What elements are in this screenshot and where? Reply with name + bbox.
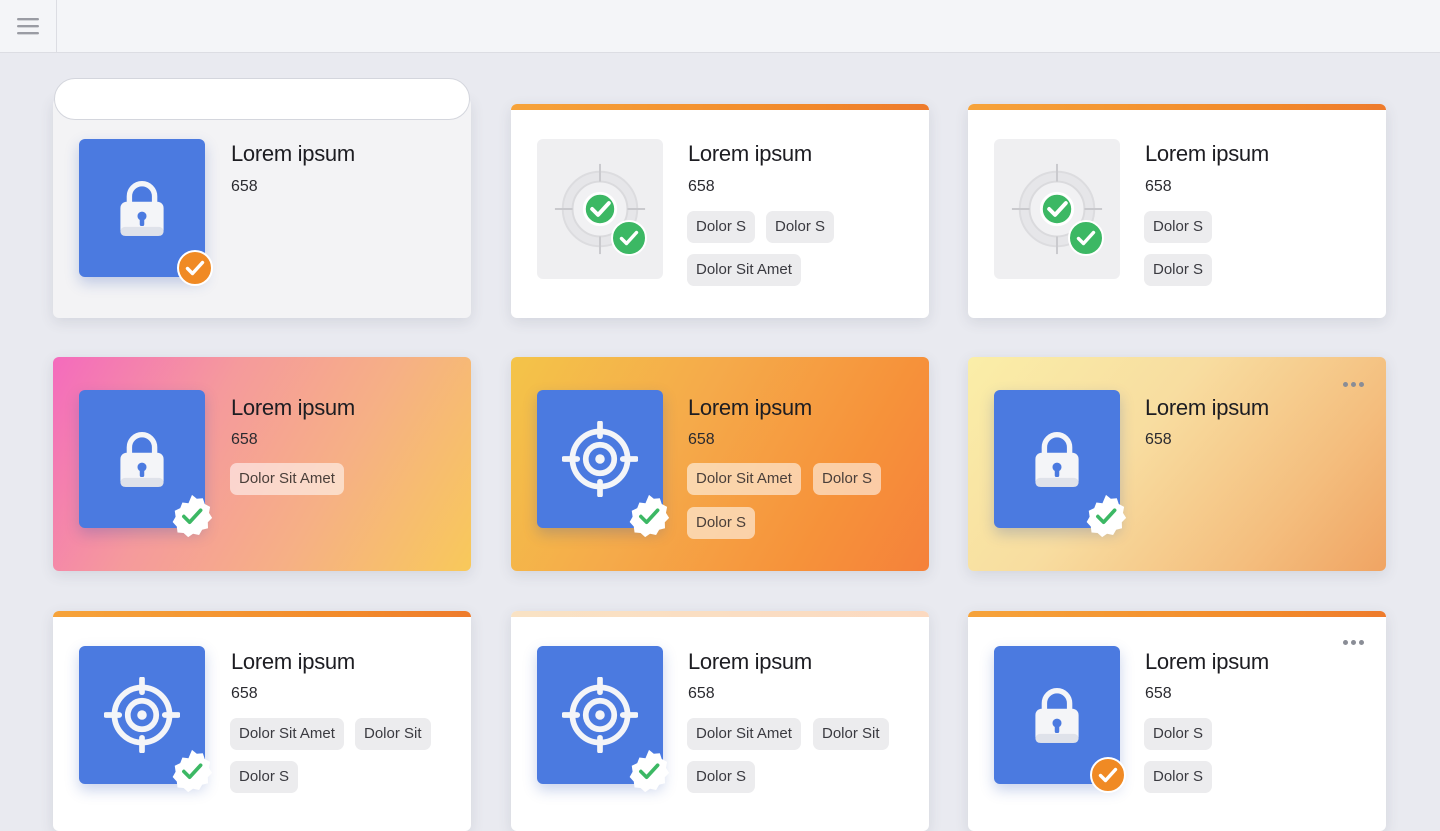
check-icon [611, 220, 647, 256]
check-icon [1090, 757, 1126, 793]
tag-chip[interactable]: Dolor Sit Amet [230, 718, 344, 750]
card-tile [994, 139, 1120, 279]
card-top-stripe [511, 611, 929, 617]
card-7[interactable]: Lorem ipsum 658 Dolor Sit Amet Dolor Sit… [53, 611, 471, 831]
card-title: Lorem ipsum [1145, 141, 1269, 166]
green-seal-badge [169, 493, 215, 539]
tag-chip[interactable]: Dolor Sit Amet [687, 718, 801, 750]
card-4[interactable]: Lorem ipsum 658 Dolor Sit Amet [53, 357, 471, 571]
verified-seal-icon [626, 748, 672, 794]
card-top-stripe [511, 104, 929, 110]
tag-chip[interactable]: Dolor S [1144, 718, 1213, 750]
green-check-badge [1068, 220, 1104, 256]
card-top-stripe [53, 611, 471, 617]
verified-seal-icon [169, 748, 215, 794]
verified-seal-icon [626, 493, 672, 539]
tag-chip[interactable]: Dolor S [687, 211, 756, 243]
card-1[interactable]: Lorem ipsum 658 [53, 98, 471, 318]
more-icon-dot [1358, 639, 1364, 645]
card-title: Lorem ipsum [688, 395, 812, 420]
orange-check-badge [177, 250, 213, 286]
orange-check-badge [1090, 757, 1126, 793]
card-title: Lorem ipsum [688, 141, 812, 166]
tag-chip[interactable]: Dolor S [766, 211, 835, 243]
lock-icon [115, 175, 169, 241]
card-title: Lorem ipsum [688, 649, 812, 674]
check-icon [1068, 220, 1104, 256]
hamburger-icon [17, 18, 39, 35]
more-icon-dot [1350, 639, 1356, 645]
card-3[interactable]: Lorem ipsum 658 Dolor S Dolor S [968, 104, 1386, 318]
card-count: 658 [231, 431, 258, 448]
verified-seal-icon [169, 493, 215, 539]
more-options-button[interactable] [1338, 634, 1368, 650]
tag-chip[interactable]: Dolor S [687, 507, 756, 539]
card-6[interactable]: Lorem ipsum 658 [968, 357, 1386, 571]
more-icon-dot [1358, 381, 1364, 387]
tag-chip[interactable]: Dolor S [1144, 254, 1213, 286]
more-icon-dot [1350, 381, 1356, 387]
card-8[interactable]: Lorem ipsum 658 Dolor Sit Amet Dolor Sit… [511, 611, 929, 831]
target-icon [562, 677, 638, 753]
card-count: 658 [1145, 178, 1172, 195]
hamburger-menu-button[interactable] [0, 0, 57, 52]
tag-chip[interactable]: Dolor Sit [813, 718, 889, 750]
lock-icon [115, 426, 169, 492]
green-seal-badge [169, 748, 215, 794]
green-seal-badge [626, 748, 672, 794]
card-title: Lorem ipsum [1145, 395, 1269, 420]
more-icon-dot [1342, 381, 1348, 387]
more-options-button[interactable] [1338, 376, 1368, 392]
tag-chip[interactable]: Dolor S [687, 761, 756, 793]
card-count: 658 [688, 685, 715, 702]
card-top-stripe [968, 611, 1386, 617]
target-icon [104, 677, 180, 753]
card-2[interactable]: Lorem ipsum 658 Dolor S Dolor S Dolor Si… [511, 104, 929, 318]
tag-chip[interactable]: Dolor Sit Amet [687, 463, 801, 495]
green-seal-badge [626, 493, 672, 539]
card-title: Lorem ipsum [1145, 649, 1269, 674]
tag-chip[interactable]: Dolor S [813, 463, 882, 495]
card-count: 658 [1145, 685, 1172, 702]
search-input[interactable] [54, 78, 470, 120]
tag-chip[interactable]: Dolor Sit [355, 718, 431, 750]
check-icon [177, 250, 213, 286]
tag-chip[interactable]: Dolor S [1144, 211, 1213, 243]
tag-chip[interactable]: Dolor Sit Amet [687, 254, 801, 286]
card-9[interactable]: Lorem ipsum 658 Dolor S Dolor S [968, 611, 1386, 831]
card-count: 658 [231, 178, 258, 195]
card-count: 658 [688, 178, 715, 195]
card-top-stripe [968, 104, 1386, 110]
card-tile [537, 139, 663, 279]
lock-icon [1030, 426, 1084, 492]
card-5[interactable]: Lorem ipsum 658 Dolor Sit Amet Dolor S D… [511, 357, 929, 571]
card-count: 658 [688, 431, 715, 448]
card-title: Lorem ipsum [231, 395, 355, 420]
lock-icon [1030, 682, 1084, 748]
verified-seal-icon [1083, 493, 1129, 539]
top-bar [0, 0, 1440, 53]
tag-chip[interactable]: Dolor Sit Amet [230, 463, 344, 495]
tag-chip[interactable]: Dolor S [1144, 761, 1213, 793]
card-title: Lorem ipsum [231, 649, 355, 674]
more-icon-dot [1342, 639, 1348, 645]
target-icon [562, 421, 638, 497]
green-seal-badge [1083, 493, 1129, 539]
green-check-badge [611, 220, 647, 256]
card-count: 658 [231, 685, 258, 702]
tag-chip[interactable]: Dolor S [230, 761, 299, 793]
card-title: Lorem ipsum [231, 141, 355, 166]
card-count: 658 [1145, 431, 1172, 448]
